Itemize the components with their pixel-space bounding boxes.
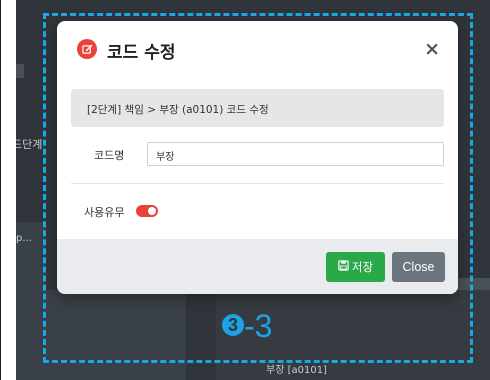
circled-number: 3 <box>222 313 244 336</box>
edit-code-modal: 코드 수정 × [2단계] 책임 > 부장 (a0101) 코드 수정 코드명 … <box>57 21 458 294</box>
info-box: [2단계] 책임 > 부장 (a0101) 코드 수정 <box>71 89 444 127</box>
edit-icon <box>77 39 97 59</box>
modal-header: 코드 수정 × <box>57 21 458 77</box>
background-truncated-text: p... <box>16 233 32 244</box>
modal-title: 코드 수정 <box>107 43 176 63</box>
screenshot-stage: 드단계 p... 부장 [a0101] 코드 수정 × [2단계] 책임 > 부… <box>0 0 490 380</box>
code-name-label: 코드명 <box>94 149 125 162</box>
code-name-input[interactable]: 부장 <box>147 142 444 166</box>
background-panel <box>16 290 186 380</box>
divider <box>71 183 444 184</box>
step-separator: - <box>244 308 255 344</box>
left-border <box>0 0 1 380</box>
background-tab <box>16 64 24 78</box>
step-annotation: 3 -3 <box>222 308 272 345</box>
use-label: 사용유무 <box>84 206 125 219</box>
toggle-knob <box>148 207 156 215</box>
background-label: 드단계 <box>16 138 43 151</box>
modal-footer: 저장 Close <box>57 239 458 294</box>
save-button[interactable]: 저장 <box>326 252 385 282</box>
use-toggle[interactable] <box>136 205 158 217</box>
save-icon <box>338 260 349 274</box>
close-icon[interactable]: × <box>424 40 440 59</box>
step-number: 3 <box>254 308 273 344</box>
save-button-label: 저장 <box>351 260 374 274</box>
close-button[interactable]: Close <box>392 252 445 282</box>
background-row-text: 부장 [a0101] <box>266 365 327 376</box>
